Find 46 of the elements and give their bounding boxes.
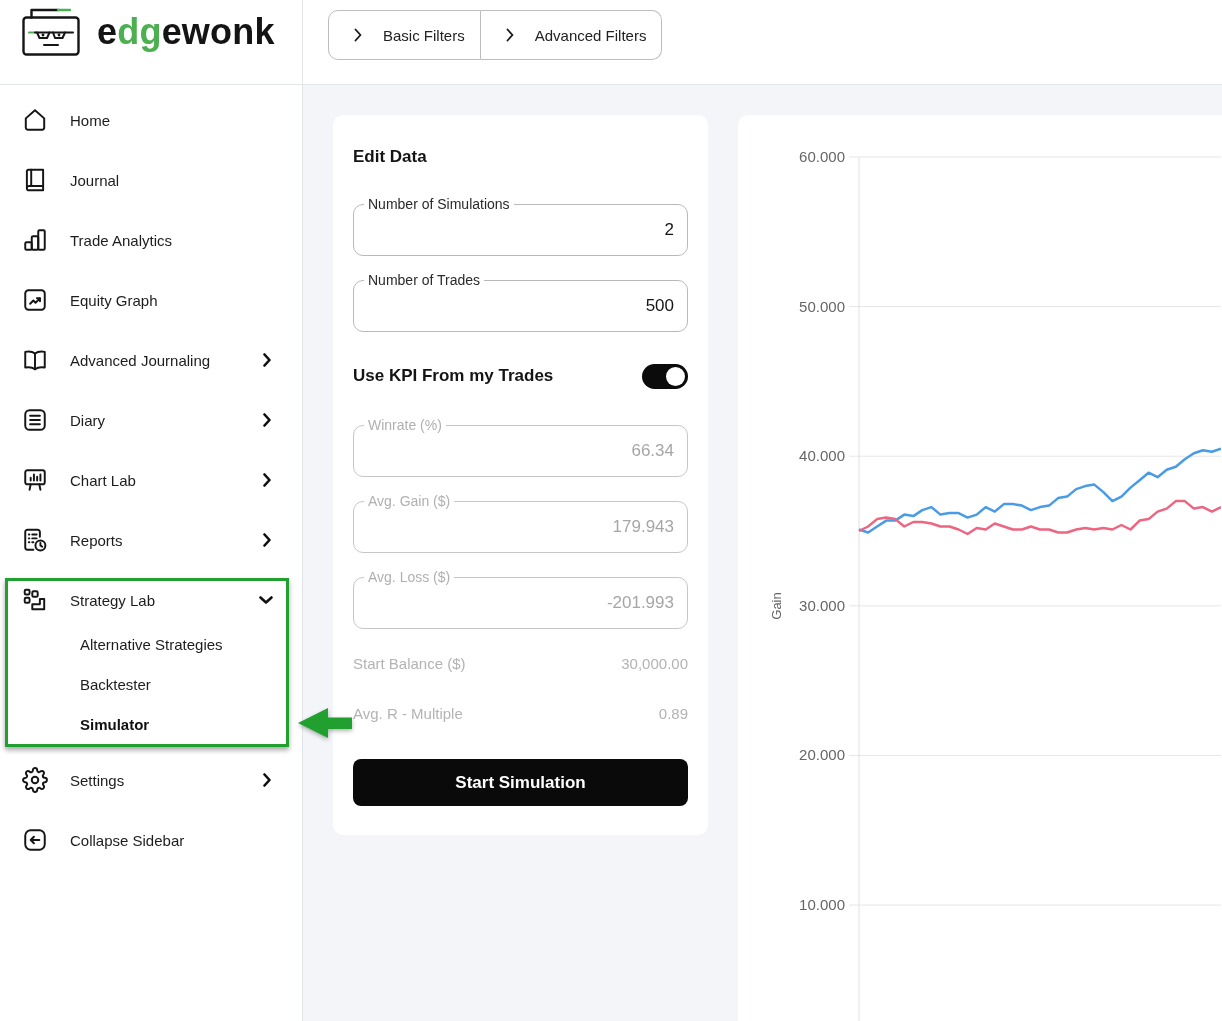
house-icon	[22, 107, 48, 133]
toggle-label: Use KPI From my Trades	[353, 366, 554, 386]
report-clock-icon	[22, 527, 48, 553]
sidebar-item[interactable]: Collapse Sidebar	[0, 810, 302, 870]
input-field[interactable]: Number of Trades 500	[353, 272, 688, 332]
y-axis-tick-label: 20.000	[799, 746, 845, 764]
sidebar-item[interactable]: Journal	[0, 150, 302, 210]
sidebar-item[interactable]: Trade Analytics	[0, 210, 302, 270]
squares-steps-icon	[22, 587, 48, 613]
toggle-switch[interactable]	[642, 363, 688, 389]
easel-chart-icon	[22, 467, 48, 493]
y-axis-title: Gain	[769, 592, 784, 620]
arrow-left-square-icon	[22, 827, 48, 853]
y-axis-tick-label: 40.000	[799, 447, 845, 465]
y-axis-tick-label: 30.000	[799, 596, 845, 614]
logo-wordmark: edgewonk	[97, 14, 275, 50]
submenu-item[interactable]: Simulator	[8, 704, 286, 744]
sidebar-item[interactable]: Reports	[0, 510, 302, 570]
bar-chart-icon	[22, 227, 48, 253]
trend-chart-icon	[22, 287, 48, 313]
stat-label: Avg. R - Multiple	[353, 704, 463, 722]
section-title: Edit Data	[353, 147, 428, 167]
y-axis-tick-label: 60.000	[799, 148, 845, 165]
y-axis-tick-label: 10.000	[799, 896, 845, 914]
stat-value: 30,000.00	[621, 654, 688, 672]
settings-icon	[22, 767, 48, 793]
filter-button[interactable]: Advanced Filters	[480, 10, 663, 60]
y-axis-tick-label: 50.000	[799, 297, 845, 315]
input-field[interactable]: Number of Simulations 2	[353, 196, 688, 256]
submenu-item[interactable]: Backtester	[8, 664, 286, 704]
sidebar-item[interactable]: Home	[0, 90, 302, 150]
submenu-item[interactable]: Alternative Strategies	[8, 624, 286, 664]
sidebar-item[interactable]: Settings	[0, 750, 302, 810]
sidebar-item[interactable]: Diary	[0, 390, 302, 450]
sidebar-item[interactable]: Advanced Journaling	[0, 330, 302, 390]
chevron-right-icon	[353, 28, 363, 42]
stat-value: 0.89	[658, 704, 688, 722]
filter-button[interactable]: Basic Filters	[328, 10, 481, 60]
start-simulation-button[interactable]: Start Simulation	[353, 759, 688, 806]
sidebar-item[interactable]: Equity Graph	[0, 270, 302, 330]
sidebar-item[interactable]: Strategy Lab	[8, 581, 286, 619]
stat-label: Start Balance ($)	[353, 654, 466, 672]
sidebar-item[interactable]: Chart Lab	[0, 450, 302, 510]
robot-face-icon	[22, 8, 80, 56]
text-lines-icon	[22, 407, 48, 433]
chevron-right-icon	[504, 28, 515, 42]
